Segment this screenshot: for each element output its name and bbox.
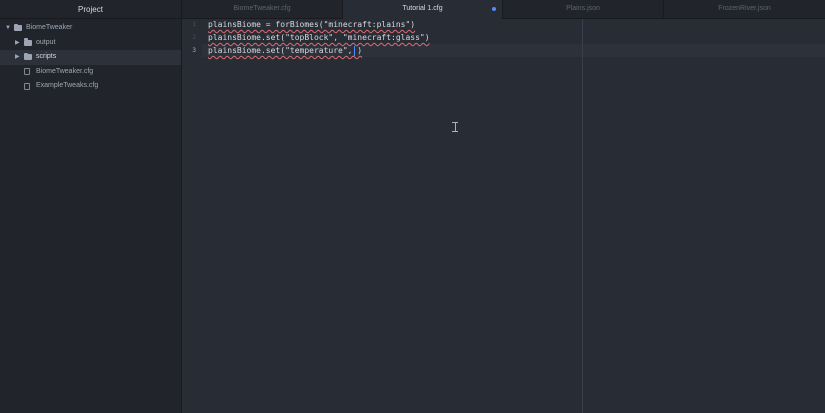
code-line[interactable]: plainsBiome.set("topBlock", "minecraft:g…	[208, 31, 430, 44]
file-text-icon	[24, 68, 30, 75]
tab-tutorial-1-cfg[interactable]: Tutorial 1.cfg	[343, 0, 503, 19]
line-number: 3	[192, 47, 196, 54]
project-panel-title: Project	[0, 0, 181, 19]
tab-label: Tutorial 1.cfg	[402, 5, 443, 12]
tree-item-label: BiomeTweaker.cfg	[36, 67, 94, 75]
tree-item-biometweaker-cfg[interactable]: BiomeTweaker.cfg	[0, 65, 181, 80]
text-editor[interactable]: 1 2 3 plainsBiome = forBiomes("minecraft…	[182, 19, 825, 413]
tab-plains-json[interactable]: Plains.json	[503, 0, 664, 18]
chevron-right-icon: ▶	[15, 39, 20, 46]
folder-icon	[14, 23, 22, 31]
tree-item-label: scripts	[36, 53, 57, 60]
editor-window: Project ▼ BiomeTweaker ▶ output ▶ script…	[0, 0, 825, 413]
folder-icon	[24, 52, 32, 60]
tab-label: BiomeTweaker.cfg	[233, 5, 291, 12]
wrap-guide	[582, 19, 583, 413]
line-number: 2	[192, 34, 196, 41]
modified-indicator-icon	[492, 7, 496, 11]
tree-item-label: output	[36, 38, 56, 46]
line-number: 1	[192, 21, 196, 28]
file-text-icon	[24, 82, 30, 90]
tab-label: Plains.json	[566, 5, 600, 12]
chevron-down-icon: ▼	[5, 25, 11, 31]
line-number-gutter: 1 2 3	[182, 19, 202, 413]
code-line[interactable]: plainsBiome.set("temperature", )	[208, 44, 362, 57]
tree-item-output[interactable]: ▶ output	[0, 36, 181, 51]
chevron-right-icon: ▶	[15, 54, 20, 60]
folder-icon	[24, 38, 32, 46]
file-tree: ▼ BiomeTweaker ▶ output ▶ scripts BiomeT…	[0, 19, 181, 94]
tab-bar: BiomeTweaker.cfg Tutorial 1.cfg Plains.j…	[182, 0, 825, 19]
tree-item-label: BiomeTweaker	[26, 24, 73, 31]
tree-item-scripts[interactable]: ▶ scripts	[0, 50, 181, 65]
text-cursor	[354, 45, 355, 56]
tab-frozenriver-json[interactable]: FrozenRiver.json	[664, 0, 825, 18]
code-line[interactable]: plainsBiome = forBiomes("minecraft:plain…	[208, 18, 415, 31]
tree-item-biometweaker[interactable]: ▼ BiomeTweaker	[0, 21, 181, 36]
tree-item-exampletweaks-cfg[interactable]: ExampleTweaks.cfg	[0, 79, 181, 94]
tab-biometweaker-cfg[interactable]: BiomeTweaker.cfg	[182, 0, 343, 18]
tree-view-panel: Project ▼ BiomeTweaker ▶ output ▶ script…	[0, 0, 182, 413]
tab-label: FrozenRiver.json	[718, 5, 771, 12]
tree-item-label: ExampleTweaks.cfg	[36, 82, 99, 89]
ibeam-cursor-icon	[452, 122, 458, 132]
